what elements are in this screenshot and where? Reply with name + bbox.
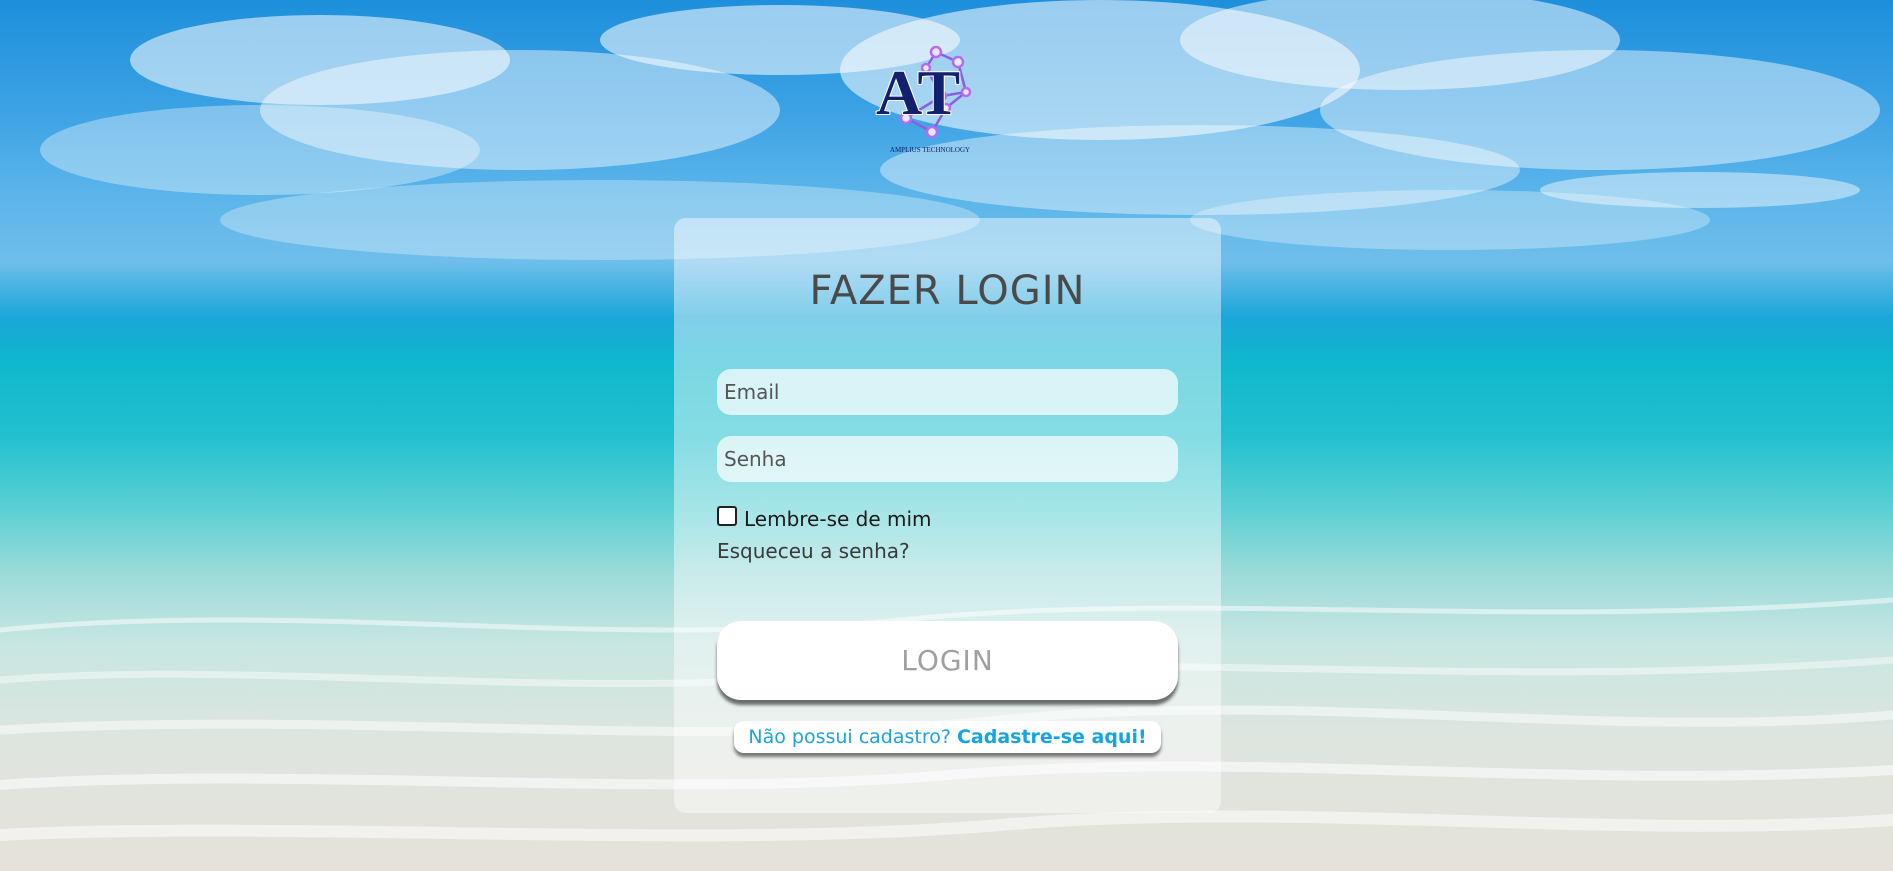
signup-prompt: Não possui cadastro? <box>748 726 951 748</box>
logo-tagline: AMPLIUS TECHNOLOGY <box>890 146 970 154</box>
logo-letters: AT <box>876 57 960 128</box>
login-page: AT AMPLIUS TECHNOLOGY FAZER LOGIN Lembre… <box>0 0 1893 871</box>
signup-box: Não possui cadastro? Cadastre-se aqui! <box>734 721 1161 753</box>
remember-me-row: Lembre-se de mim <box>717 501 932 531</box>
company-logo: AT AMPLIUS TECHNOLOGY <box>875 45 972 154</box>
remember-me-checkbox[interactable] <box>717 506 737 526</box>
remember-me-label[interactable]: Lembre-se de mim <box>744 507 932 531</box>
login-card: FAZER LOGIN Lembre-se de mim Esqueceu a … <box>674 218 1221 813</box>
email-field[interactable] <box>717 369 1178 415</box>
login-button[interactable]: LOGIN <box>717 621 1178 700</box>
page-title: FAZER LOGIN <box>809 268 1086 314</box>
forgot-password-link[interactable]: Esqueceu a senha? <box>717 539 910 563</box>
password-field[interactable] <box>717 436 1178 482</box>
signup-link[interactable]: Cadastre-se aqui! <box>957 726 1147 748</box>
